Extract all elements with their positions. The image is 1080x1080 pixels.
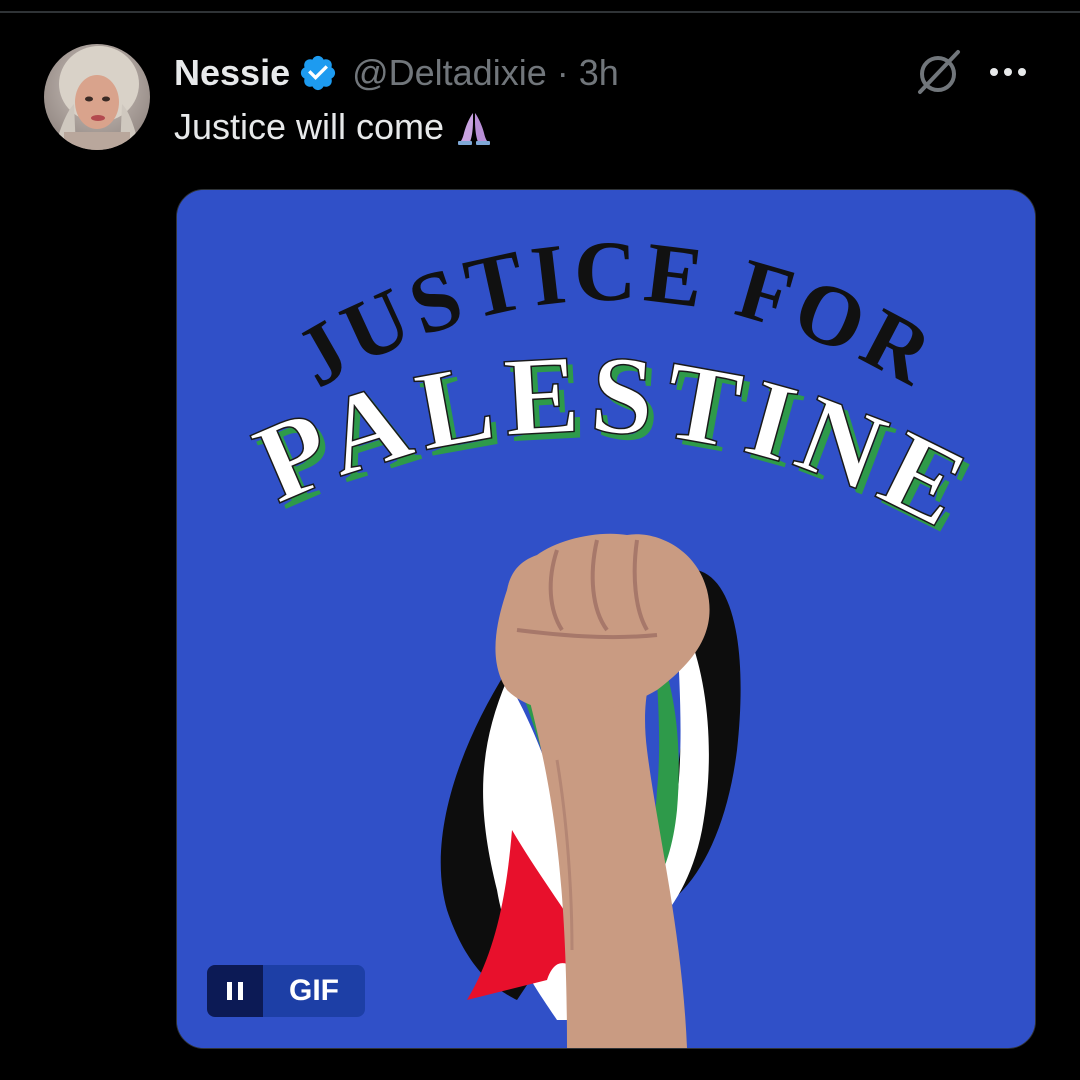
top-divider: [0, 11, 1080, 13]
tweet-text: Justice will come: [174, 106, 494, 148]
tweet-header: Nessie @Deltadixie · 3h: [174, 48, 619, 98]
more-options-button[interactable]: [988, 52, 1036, 92]
handle[interactable]: @Deltadixie: [352, 52, 547, 94]
media-gif[interactable]: JUSTICE FOR PALESTINE PALESTINE GIF: [176, 189, 1036, 1049]
gif-badge: GIF: [263, 965, 365, 1017]
avatar[interactable]: [44, 44, 150, 150]
verified-badge-icon[interactable]: [298, 53, 338, 93]
folded-hands-icon: [458, 113, 491, 145]
tweet-text-content: Justice will come: [174, 106, 445, 147]
gif-controls: GIF: [207, 965, 365, 1017]
grok-icon[interactable]: [912, 46, 964, 98]
pause-button[interactable]: [207, 965, 263, 1017]
more-icon: [990, 68, 1026, 76]
avatar-image: [44, 44, 150, 150]
display-name[interactable]: Nessie: [174, 52, 290, 94]
pause-icon: [227, 982, 232, 1000]
separator: ·: [556, 52, 569, 93]
gif-artwork: JUSTICE FOR PALESTINE PALESTINE: [177, 190, 1035, 1048]
timestamp[interactable]: 3h: [579, 52, 619, 94]
